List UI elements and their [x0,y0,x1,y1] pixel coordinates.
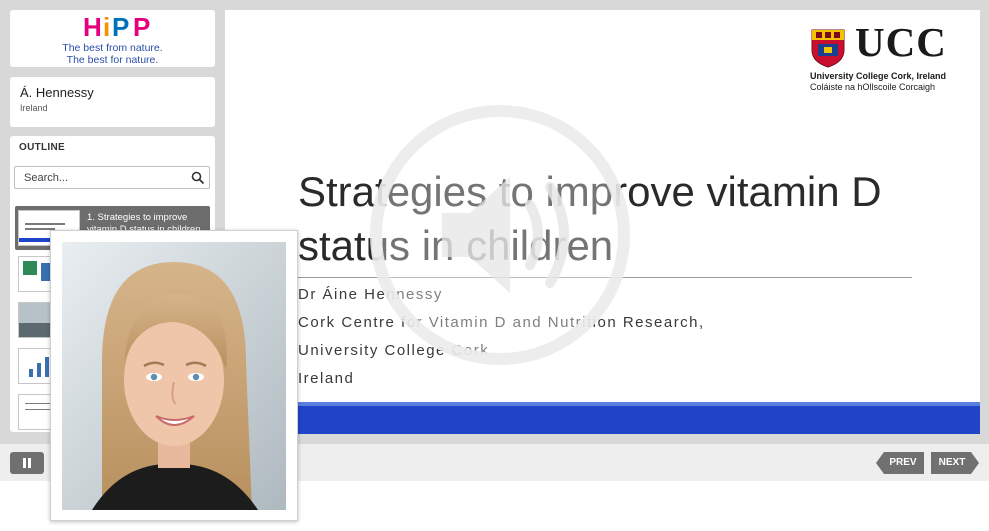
ucc-crest-icon [811,29,845,68]
svg-text:P: P [133,13,150,40]
presenter-name: Á. Hennessy [20,85,94,100]
slide-affiliation-3: Ireland [298,370,355,387]
presenter-panel: Á. Hennessy Ireland [10,77,215,127]
prev-button[interactable]: PREV [876,452,924,474]
next-button[interactable]: NEXT [931,452,979,474]
ucc-logo-subtitle-en: University College Cork, Ireland [810,71,947,81]
svg-text:P: P [112,13,129,40]
presenter-location: Ireland [20,103,48,113]
brand-tagline-2: The best for nature. [66,54,159,66]
search-input[interactable] [15,167,185,188]
slide-author: Dr Áine Hennessy [298,286,443,303]
ucc-logo-subtitle-ga: Coláiste na hOllscoile Corcaigh [810,82,936,92]
slide-title: Strategies to improve vitamin D status i… [298,168,882,269]
slide-affiliation-2: University College Cork [298,342,490,359]
search-box [14,166,210,189]
brand-tagline-1: The best from nature. [62,42,163,54]
pause-icon [23,458,26,468]
slide-footer-bar [298,406,980,434]
presenter-photo-frame [50,230,298,521]
svg-text:i: i [103,13,110,40]
search-icon[interactable] [191,171,205,185]
slide-affiliation-1: Cork Centre for Vitamin D and Nutrition … [298,314,705,331]
outline-heading: OUTLINE [19,142,65,153]
pause-button[interactable] [10,452,44,474]
hipp-logo: H i P P [83,13,150,40]
svg-text:H: H [83,13,102,40]
ucc-logo-text: UCC [855,19,947,65]
presenter-photo [62,242,286,510]
brand-panel: H i P P The best from nature. The best f… [10,10,215,67]
slide-divider [298,277,912,278]
slide-canvas[interactable]: UCC University College Cork, Ireland Col… [225,10,980,434]
